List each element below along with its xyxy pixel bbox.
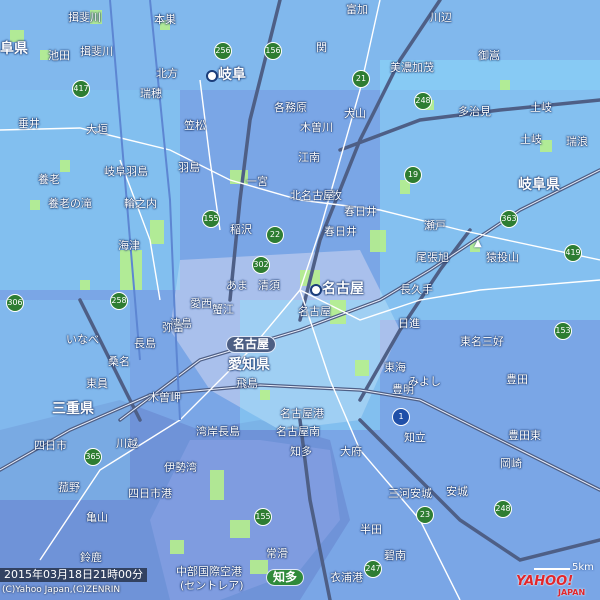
rain-radar-map[interactable]: 256 156 21 417 248 19 155 22 302 363 419…	[0, 0, 600, 600]
route-248-shield: 248	[414, 92, 432, 110]
nagoya-city-marker	[310, 284, 322, 296]
route-247-shield: 247	[364, 560, 382, 578]
route-155-shield: 155	[202, 210, 220, 228]
scale-bar-line	[534, 568, 570, 570]
route-19-shield: 19	[404, 166, 422, 184]
route-155b-shield: 155	[254, 508, 272, 526]
yahoo-logo[interactable]: YAHOO! JAPAN	[516, 574, 600, 600]
route-419-shield: 419	[564, 244, 582, 262]
route-417-shield: 417	[72, 80, 90, 98]
route-256-shield: 256	[214, 42, 232, 60]
map-copyright: (C)Yahoo Japan,(C)ZENRIN	[2, 585, 121, 595]
radar-timestamp: 2015年03月18日21時00分	[0, 568, 147, 582]
scale-bar-label: 5km	[572, 562, 594, 573]
yahoo-logo-sub: JAPAN	[558, 588, 586, 597]
route-23-shield: 23	[416, 506, 434, 524]
route-22-shield: 22	[266, 226, 284, 244]
route-363-shield: 363	[500, 210, 518, 228]
mountain-icon: ▲	[474, 238, 482, 249]
chita-expressway-tag: 知多	[266, 569, 305, 586]
route-306-shield: 306	[6, 294, 24, 312]
route-153-shield: 153	[554, 322, 572, 340]
scale-bar: 5km	[534, 562, 600, 574]
route-258-shield: 258	[110, 292, 128, 310]
route-1-shield: 1	[392, 408, 410, 426]
route-302-shield: 302	[252, 256, 270, 274]
gifu-city-marker	[206, 70, 218, 82]
nagoya-expressway-tag: 名古屋	[226, 336, 277, 353]
route-365-shield: 365	[84, 448, 102, 466]
route-21-shield: 21	[352, 70, 370, 88]
route-156-shield: 156	[264, 42, 282, 60]
route-248b-shield: 248	[494, 500, 512, 518]
yahoo-logo-text: YAHOO!	[516, 574, 574, 589]
